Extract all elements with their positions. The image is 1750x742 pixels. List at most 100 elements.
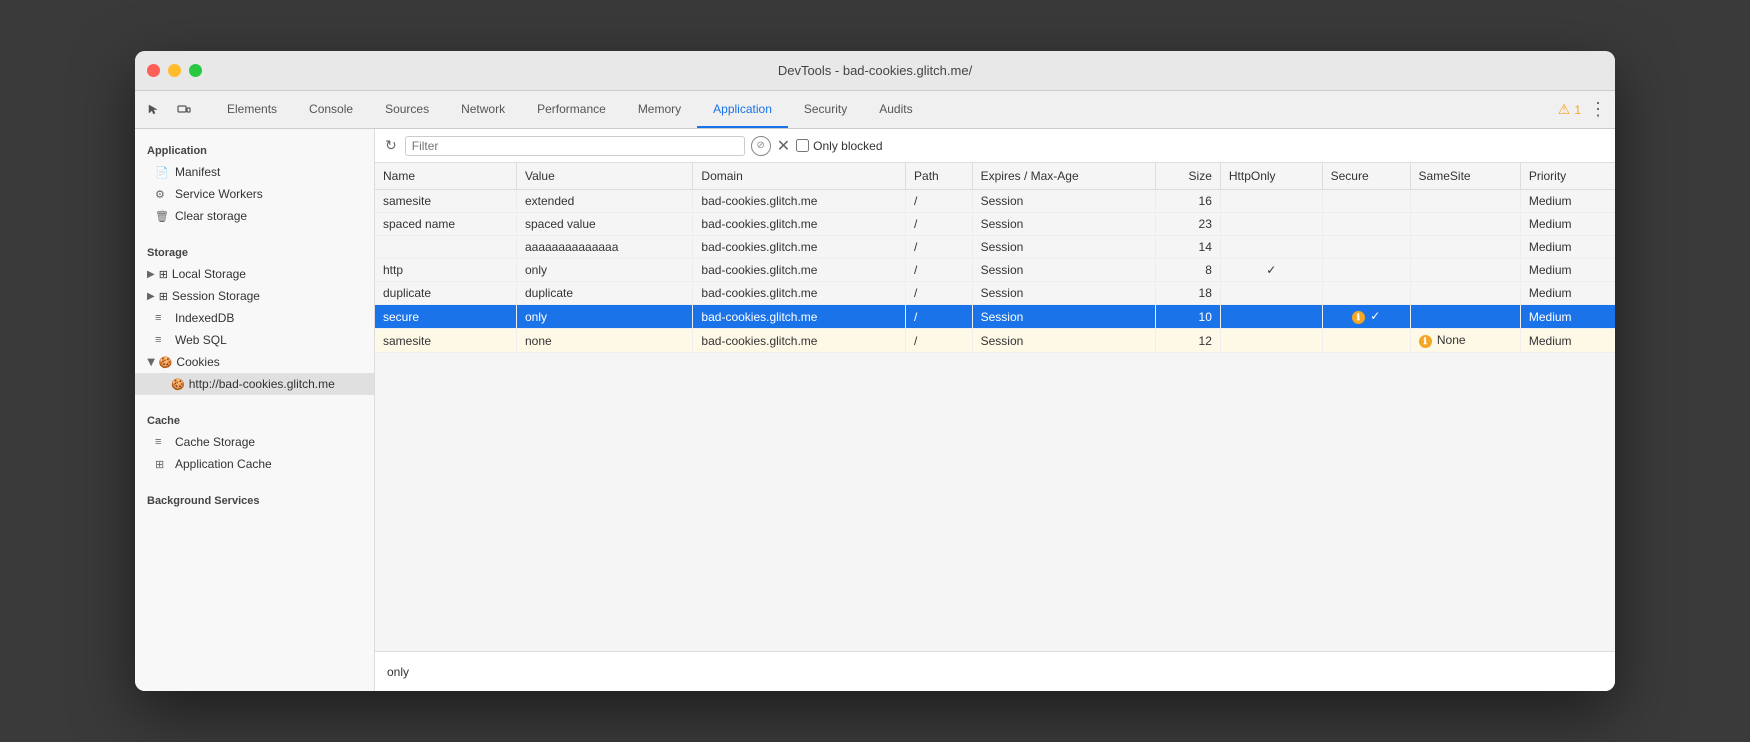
sidebar-item-manifest[interactable]: 📄 Manifest xyxy=(135,161,374,183)
cell-3-7 xyxy=(1322,259,1410,282)
cell-2-2: bad-cookies.glitch.me xyxy=(693,236,906,259)
cell-4-1: duplicate xyxy=(516,282,692,305)
table-row[interactable]: secureonlybad-cookies.glitch.me/Session1… xyxy=(375,305,1615,329)
sidebar-section-background: Background Services xyxy=(135,487,374,511)
cell-5-8 xyxy=(1410,305,1520,329)
tab-performance[interactable]: Performance xyxy=(521,91,622,128)
cell-1-4: Session xyxy=(972,213,1156,236)
tabbar: Elements Console Sources Network Perform… xyxy=(135,91,1615,129)
cell-4-0: duplicate xyxy=(375,282,516,305)
maximize-button[interactable] xyxy=(189,64,202,77)
cookie-table: Name Value Domain Path Expires / Max-Age… xyxy=(375,163,1615,353)
refresh-button[interactable]: ↻ xyxy=(383,135,399,156)
cell-1-3: / xyxy=(906,213,973,236)
cell-0-1: extended xyxy=(516,190,692,213)
cell-1-7 xyxy=(1322,213,1410,236)
cell-1-5: 23 xyxy=(1156,213,1220,236)
sidebar-section-cache: Cache xyxy=(135,407,374,431)
cell-0-9: Medium xyxy=(1520,190,1615,213)
col-secure: Secure xyxy=(1322,163,1410,190)
cell-4-2: bad-cookies.glitch.me xyxy=(693,282,906,305)
only-blocked-checkbox[interactable] xyxy=(796,139,809,152)
cell-2-0 xyxy=(375,236,516,259)
cell-2-3: / xyxy=(906,236,973,259)
cell-3-1: only xyxy=(516,259,692,282)
warning-badge[interactable]: ⚠ 1 xyxy=(1558,101,1581,118)
tab-elements[interactable]: Elements xyxy=(211,91,293,128)
cursor-icon[interactable] xyxy=(143,99,165,121)
col-domain: Domain xyxy=(693,163,906,190)
cell-3-4: Session xyxy=(972,259,1156,282)
cookie-icon: 🍪 xyxy=(159,356,173,369)
table-row[interactable]: duplicateduplicatebad-cookies.glitch.me/… xyxy=(375,282,1615,305)
table-row[interactable]: spaced namespaced valuebad-cookies.glitc… xyxy=(375,213,1615,236)
cell-4-5: 18 xyxy=(1156,282,1220,305)
cell-2-7 xyxy=(1322,236,1410,259)
tab-application[interactable]: Application xyxy=(697,91,788,128)
cell-2-9: Medium xyxy=(1520,236,1615,259)
sidebar-item-cookie-url[interactable]: 🍪 http://bad-cookies.glitch.me xyxy=(135,373,374,395)
tab-console[interactable]: Console xyxy=(293,91,369,128)
table-header-row: Name Value Domain Path Expires / Max-Age… xyxy=(375,163,1615,190)
cell-0-2: bad-cookies.glitch.me xyxy=(693,190,906,213)
secure-warning-icon: ℹ xyxy=(1352,311,1365,324)
close-button[interactable] xyxy=(147,64,160,77)
cell-1-8 xyxy=(1410,213,1520,236)
cell-5-7: ℹ ✓ xyxy=(1322,305,1410,329)
sidebar-item-clear-storage[interactable]: 🗑 Clear storage xyxy=(135,205,374,227)
cell-0-8 xyxy=(1410,190,1520,213)
secure-checkmark: ✓ xyxy=(1367,309,1380,323)
cell-3-3: / xyxy=(906,259,973,282)
blocked-icon[interactable]: ⊘ xyxy=(751,136,771,156)
indexeddb-icon: ≡ xyxy=(155,312,169,324)
window-title: DevTools - bad-cookies.glitch.me/ xyxy=(778,63,972,78)
tree-arrow-local-storage: ▶ xyxy=(147,269,155,280)
sidebar-item-local-storage[interactable]: ▶ ⊞ Local Storage xyxy=(135,263,374,285)
cell-5-4: Session xyxy=(972,305,1156,329)
cell-4-4: Session xyxy=(972,282,1156,305)
sidebar-item-session-storage[interactable]: ▶ ⊞ Session Storage xyxy=(135,285,374,307)
sidebar-item-indexeddb[interactable]: ≡ IndexedDB xyxy=(135,307,374,329)
cell-5-6 xyxy=(1220,305,1322,329)
preview-value: only xyxy=(387,665,409,679)
cell-6-1: none xyxy=(516,329,692,353)
sidebar-item-web-sql[interactable]: ≡ Web SQL xyxy=(135,329,374,351)
toolbar-icons xyxy=(143,99,195,121)
cell-2-5: 14 xyxy=(1156,236,1220,259)
tab-sources[interactable]: Sources xyxy=(369,91,445,128)
cell-6-6 xyxy=(1220,329,1322,353)
cell-0-3: / xyxy=(906,190,973,213)
cell-6-0: samesite xyxy=(375,329,516,353)
web-sql-icon: ≡ xyxy=(155,334,169,346)
table-row[interactable]: httponlybad-cookies.glitch.me/Session8✓M… xyxy=(375,259,1615,282)
minimize-button[interactable] xyxy=(168,64,181,77)
cell-0-7 xyxy=(1322,190,1410,213)
tab-network[interactable]: Network xyxy=(445,91,521,128)
table-row[interactable]: samesiteextendedbad-cookies.glitch.me/Se… xyxy=(375,190,1615,213)
warning-count: 1 xyxy=(1574,103,1581,117)
sidebar-item-application-cache[interactable]: ⊞ Application Cache xyxy=(135,453,374,475)
cell-6-4: Session xyxy=(972,329,1156,353)
table-row[interactable]: aaaaaaaaaaaaaabad-cookies.glitch.me/Sess… xyxy=(375,236,1615,259)
grid-icon: ⊞ xyxy=(159,268,168,281)
samesite-warning-icon: ℹ xyxy=(1419,335,1432,348)
tab-audits[interactable]: Audits xyxy=(863,91,928,128)
cell-2-1: aaaaaaaaaaaaaa xyxy=(516,236,692,259)
service-workers-icon: ⚙ xyxy=(155,188,169,201)
table-row[interactable]: samesitenonebad-cookies.glitch.me/Sessio… xyxy=(375,329,1615,353)
tab-memory[interactable]: Memory xyxy=(622,91,697,128)
tab-security[interactable]: Security xyxy=(788,91,863,128)
cell-3-2: bad-cookies.glitch.me xyxy=(693,259,906,282)
cell-6-3: / xyxy=(906,329,973,353)
sidebar-item-cache-storage[interactable]: ≡ Cache Storage xyxy=(135,431,374,453)
device-toggle-icon[interactable] xyxy=(173,99,195,121)
sidebar-item-service-workers[interactable]: ⚙ Service Workers xyxy=(135,183,374,205)
filter-input[interactable] xyxy=(412,139,738,153)
cell-1-2: bad-cookies.glitch.me xyxy=(693,213,906,236)
clear-filter-button[interactable]: ✕ xyxy=(777,136,790,156)
more-menu-button[interactable]: ⋮ xyxy=(1589,99,1607,120)
cell-4-6 xyxy=(1220,282,1322,305)
warning-triangle-icon: ⚠ xyxy=(1558,101,1571,118)
titlebar: DevTools - bad-cookies.glitch.me/ xyxy=(135,51,1615,91)
sidebar-item-cookies[interactable]: ▶ 🍪 Cookies xyxy=(135,351,374,373)
